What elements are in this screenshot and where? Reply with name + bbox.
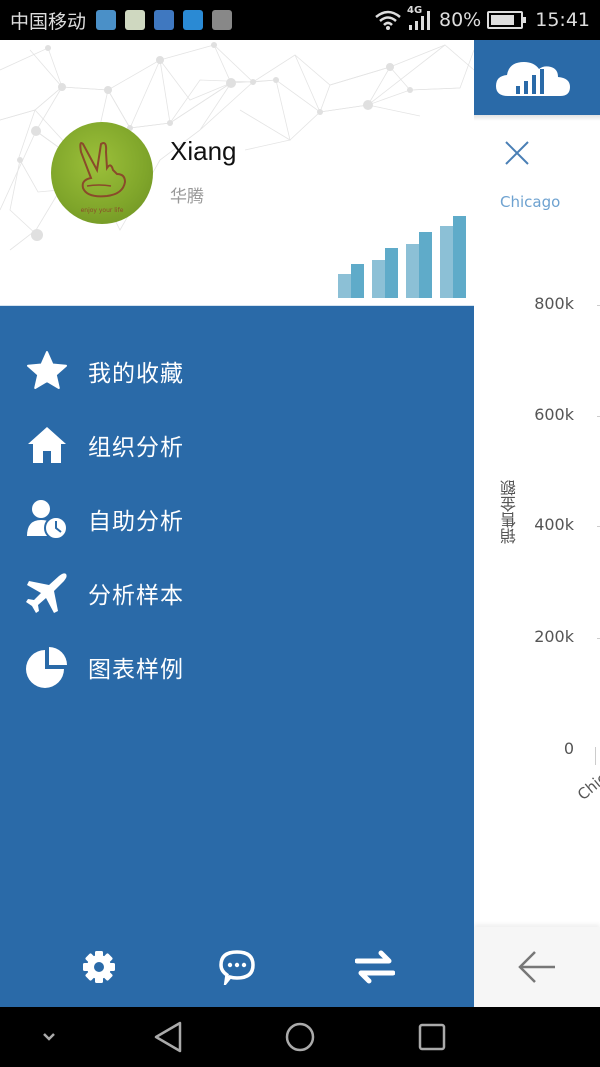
filter-tab-chicago[interactable]: Chicago — [500, 193, 560, 211]
home-circle-icon — [285, 1022, 315, 1052]
menu-label: 分析样本 — [88, 583, 184, 609]
navigation-drawer: enjoy your life Xiang 华腾 我的收藏 组织分析 自助分析 … — [0, 40, 474, 1007]
chevron-down-icon — [43, 1033, 55, 1041]
chart-bar — [595, 747, 599, 765]
battery-fill — [491, 15, 514, 25]
recents-square-icon — [418, 1023, 446, 1051]
airplane-icon — [26, 572, 68, 614]
y-axis-title: 销售金额 — [500, 480, 519, 544]
back-arrow-icon[interactable] — [517, 950, 557, 984]
menu-item-chart-examples[interactable]: 图表样例 — [0, 630, 474, 704]
wifi-icon — [375, 10, 401, 30]
home-icon — [26, 424, 68, 466]
menu-item-favorites[interactable]: 我的收藏 — [0, 334, 474, 408]
drawer-header: enjoy your life Xiang 华腾 — [0, 40, 474, 306]
nav-home-button[interactable] — [280, 1019, 320, 1055]
decorative-bar-chart-icon — [338, 216, 466, 298]
user-organization: 华腾 — [170, 187, 204, 207]
nav-recents-button[interactable] — [412, 1019, 452, 1055]
cloud-chart-logo-icon — [496, 61, 570, 96]
drawer-menu: 我的收藏 组织分析 自助分析 分析样本 图表样例 — [0, 334, 474, 704]
background-header — [474, 40, 600, 115]
menu-item-samples[interactable]: 分析样本 — [0, 556, 474, 630]
switch-button[interactable] — [350, 942, 400, 992]
avatar-caption: enjoy your life — [81, 207, 124, 214]
card-app-icon — [183, 10, 204, 30]
health-app-icon — [154, 10, 175, 30]
menu-label: 图表样例 — [88, 657, 184, 683]
chat-bubble-icon — [219, 950, 255, 985]
clock: 15:41 — [535, 9, 590, 31]
avatar[interactable]: enjoy your life — [51, 122, 153, 224]
menu-label: 组织分析 — [88, 435, 184, 461]
status-bar: 中国移动 4G 80% 15:41 — [0, 0, 600, 40]
header-shadow — [474, 115, 600, 121]
battery-percent: 80% — [439, 9, 482, 31]
background-page: Chicago 销售金额 800k 600k 400k 200k 0 Chic — [474, 40, 600, 1007]
gear-icon — [83, 951, 115, 983]
browser-app-icon — [96, 10, 117, 30]
screen: 中国移动 4G 80% 15:41 Chicago 销售金额 800k 600k… — [0, 0, 600, 1067]
menu-label: 我的收藏 — [88, 361, 184, 387]
x-axis-label: Chic — [574, 769, 600, 804]
battery-icon — [487, 11, 527, 29]
back-triangle-icon — [154, 1021, 182, 1053]
frog-app-icon — [125, 10, 146, 30]
peace-sign-avatar-image: enjoy your life — [79, 142, 127, 214]
menu-item-self-analysis[interactable]: 自助分析 — [0, 482, 474, 556]
close-icon[interactable] — [504, 140, 530, 166]
drawer-footer — [0, 927, 474, 1007]
gallery-app-icon — [212, 10, 233, 30]
menu-label: 自助分析 — [88, 509, 184, 535]
y-tick-label: 600k — [534, 405, 574, 424]
cell-signal-icon: 4G — [407, 5, 433, 31]
y-tick-label: 400k — [534, 515, 574, 534]
y-tick-label: 0 — [563, 739, 574, 758]
star-icon — [26, 350, 68, 392]
user-name: Xiang — [170, 136, 237, 166]
pie-chart-icon — [26, 646, 68, 688]
nav-back-button[interactable] — [148, 1019, 188, 1055]
notification-icons — [96, 10, 233, 30]
y-tick-label: 800k — [534, 294, 574, 313]
hide-navbar-button[interactable] — [36, 1025, 62, 1049]
swap-arrows-icon — [355, 950, 395, 984]
settings-button[interactable] — [74, 942, 124, 992]
background-footer — [474, 927, 600, 1007]
messages-button[interactable] — [212, 942, 262, 992]
status-right: 4G 80% 15:41 — [375, 5, 590, 31]
system-navigation-bar — [0, 1007, 600, 1067]
user-clock-icon — [26, 498, 68, 540]
y-tick-label: 200k — [534, 627, 574, 646]
carrier-name: 中国移动 — [10, 10, 87, 33]
menu-item-org-analysis[interactable]: 组织分析 — [0, 408, 474, 482]
